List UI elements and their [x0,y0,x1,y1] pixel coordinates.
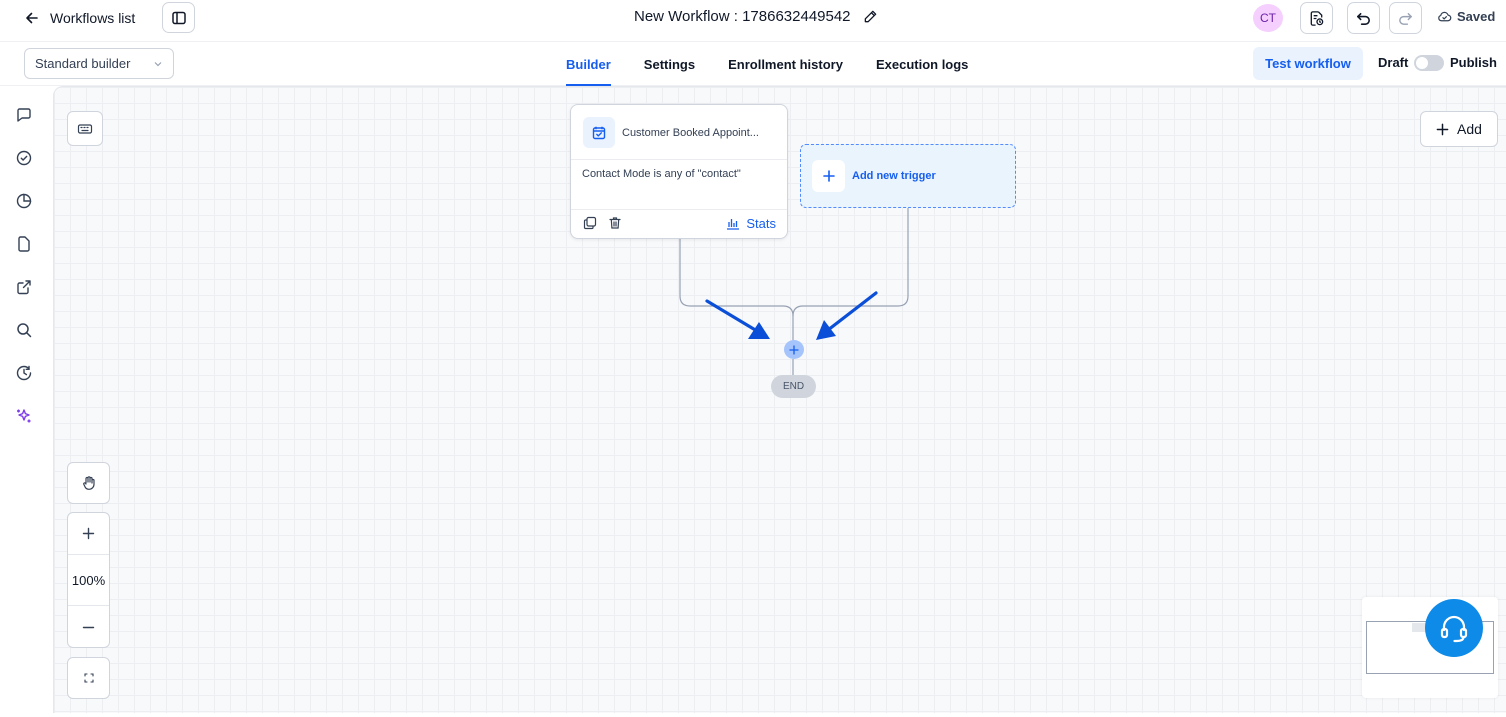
rail-item-documents[interactable] [14,234,34,254]
plus-icon [1436,123,1449,135]
top-bar: Workflows list New Workflow : 1786632449… [0,0,1506,42]
trigger-card-header: Customer Booked Appoint... [571,105,787,160]
external-link-icon [17,280,31,295]
trigger-card[interactable]: Customer Booked Appoint... Contact Mode … [570,104,788,239]
tab-enrollment-history[interactable]: Enrollment history [728,42,843,86]
undo-icon [1357,12,1370,25]
file-icon [18,236,30,252]
add-new-trigger-card[interactable]: Add new trigger [800,144,1016,208]
rail-item-external[interactable] [14,277,34,297]
workflow-title-text: New Workflow : 1786632449542 [634,8,851,25]
tab-builder[interactable]: Builder [566,42,611,86]
tab-settings[interactable]: Settings [644,42,695,86]
undo-button[interactable] [1347,2,1380,34]
draft-label: Draft [1378,55,1409,70]
history-icon [16,365,32,381]
zoom-out-button[interactable] [68,606,109,648]
redo-button[interactable] [1389,2,1422,34]
rail-item-ai[interactable] [14,406,34,426]
support-chat-button[interactable] [1425,599,1483,657]
chevron-down-icon [154,61,162,66]
minimap-node [1412,623,1426,632]
file-clock-icon [1310,10,1324,26]
plus-icon [789,344,799,355]
sidebar-toggle-button[interactable] [162,2,195,33]
zoom-in-button[interactable] [68,513,109,554]
test-workflow-button[interactable]: Test workflow [1253,47,1363,80]
publish-toggle[interactable] [1414,55,1444,71]
rail-item-reports[interactable] [14,191,34,211]
builder-toolbar: Standard builder Builder Settings Enroll… [0,42,1506,86]
add-step-button[interactable] [784,340,804,359]
copy-icon[interactable] [583,216,597,230]
pencil-icon[interactable] [863,9,878,24]
save-status-text: Saved [1457,9,1496,24]
add-action-button[interactable]: Add [1420,111,1498,147]
stats-label: Stats [746,216,776,231]
workflow-tabs: Builder Settings Enrollment history Exec… [566,42,968,86]
zoom-level: 100% [71,572,106,588]
pie-chart-icon [16,193,32,209]
arrow-left-icon [26,12,38,24]
trigger-title: Customer Booked Appoint... [622,127,759,139]
builder-mode-select[interactable]: Standard builder [24,48,174,79]
rail-item-search[interactable] [14,320,34,340]
left-rail [0,86,50,717]
add-new-trigger-label: Add new trigger [852,170,936,182]
workflow-title[interactable]: New Workflow : 1786632449542 [634,8,878,25]
headset-icon [1440,615,1468,643]
back-label: Workflows list [50,10,136,26]
calendar-check-icon [583,117,615,148]
user-avatar[interactable]: CT [1253,4,1283,32]
bar-chart-icon [727,219,740,230]
zoom-controls: 100% [67,512,110,648]
end-node: END [771,375,816,398]
version-history-button[interactable] [1300,2,1333,34]
trigger-card-footer: Stats [571,209,787,238]
redo-icon [1399,12,1412,25]
minus-icon [82,626,95,628]
rail-item-chat[interactable] [14,105,34,125]
back-to-workflows-link[interactable]: Workflows list [24,8,135,28]
tab-execution-logs[interactable]: Execution logs [876,42,968,86]
plus-icon [82,527,95,540]
save-status: Saved [1437,9,1495,24]
rail-item-history[interactable] [14,363,34,383]
add-action-label: Add [1457,121,1482,137]
publish-label: Publish [1450,55,1497,70]
sparkles-icon [17,409,31,423]
keyboard-shortcuts-button[interactable] [67,111,103,146]
trash-icon[interactable] [608,216,622,230]
search-icon [17,323,32,338]
plus-icon [812,160,845,192]
panel-left-icon [171,11,186,24]
cloud-check-icon [1438,11,1452,22]
expand-icon [83,673,94,683]
chat-icon [17,108,31,122]
hand-icon [82,476,95,490]
rail-item-tasks[interactable] [14,148,34,168]
trigger-condition: Contact Mode is any of "contact" [582,168,741,180]
check-circle-icon [16,150,32,166]
builder-mode-value: Standard builder [35,56,131,71]
keyboard-icon [77,123,93,134]
fit-view-button[interactable] [67,657,110,699]
trigger-stats-button[interactable]: Stats [726,216,776,231]
pan-mode-button[interactable] [67,462,110,504]
